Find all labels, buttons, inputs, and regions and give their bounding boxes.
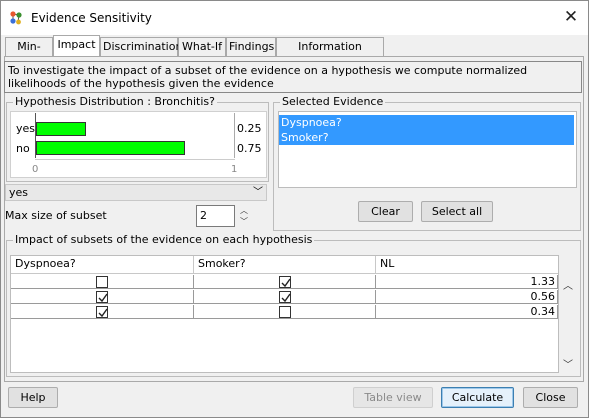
max-subset-label: Max size of subset xyxy=(5,209,107,222)
tab-discrimination[interactable]: Discrimination xyxy=(100,37,182,56)
table-view-button[interactable]: Table view xyxy=(353,387,433,408)
nl-value: 1.33 xyxy=(376,275,558,289)
checkmark-icon xyxy=(98,293,108,303)
header-divider xyxy=(11,273,558,274)
table-cell xyxy=(194,305,376,319)
evidence-item-dyspnoea[interactable]: Dyspnoea? xyxy=(279,115,574,130)
bar-no xyxy=(36,141,185,155)
close-window-icon[interactable]: ✕ xyxy=(558,6,584,28)
select-all-button[interactable]: Select all xyxy=(421,201,493,222)
checkmark-icon xyxy=(281,278,291,288)
tab-what-if[interactable]: What-If xyxy=(178,37,226,56)
scroll-up-icon[interactable]: ︿ xyxy=(563,277,573,292)
bar-label-no: no xyxy=(16,142,30,155)
checkbox-checked[interactable] xyxy=(96,291,108,303)
impact-group-title: Impact of subsets of the evidence on eac… xyxy=(13,233,315,246)
hypothesis-bar-chart: yes no 0.25 0.75 0 1 xyxy=(10,111,267,178)
table-cell xyxy=(11,290,194,304)
checkmark-icon xyxy=(98,308,108,318)
column-header-nl[interactable]: NL xyxy=(376,256,558,273)
description-text: To investigate the impact of a subset of… xyxy=(4,61,582,93)
table-cell xyxy=(11,305,194,319)
tab-findings[interactable]: Findings xyxy=(226,37,276,56)
chart-x-axis xyxy=(35,159,235,160)
bar-label-yes: yes xyxy=(16,122,36,135)
checkbox-checked[interactable] xyxy=(96,306,108,318)
evidence-group-title: Selected Evidence xyxy=(280,95,386,108)
checkbox-unchecked[interactable] xyxy=(96,276,108,288)
hypothesis-group-title: Hypothesis Distribution : Bronchitis? xyxy=(13,95,217,108)
max-subset-input[interactable]: 2 xyxy=(196,205,235,227)
table-cell xyxy=(11,275,194,289)
window-title: Evidence Sensitivity xyxy=(31,11,152,25)
scroll-down-icon[interactable]: ﹀ xyxy=(563,356,573,371)
table-row[interactable]: 0.34 xyxy=(11,305,558,320)
evidence-list[interactable]: Dyspnoea? Smoker? xyxy=(278,111,577,188)
chevron-down-icon[interactable]: ﹀ xyxy=(238,216,250,227)
chart-right-axis xyxy=(234,113,235,158)
column-header-smoker[interactable]: Smoker? xyxy=(194,256,376,273)
bar-value-yes: 0.25 xyxy=(237,122,262,135)
nl-value: 0.34 xyxy=(376,305,558,319)
checkmark-icon xyxy=(281,293,291,303)
checkbox-checked[interactable] xyxy=(279,276,291,288)
hypothesis-state-select[interactable]: yes ﹀ xyxy=(5,184,267,201)
table-cell xyxy=(194,290,376,304)
help-button[interactable]: Help xyxy=(8,387,58,408)
tab-information-variables[interactable]: Information Variables xyxy=(276,37,384,70)
table-row[interactable]: 0.56 xyxy=(11,290,558,305)
checkbox-checked[interactable] xyxy=(279,291,291,303)
bar-value-no: 0.75 xyxy=(237,142,262,155)
max-subset-stepper[interactable]: ︿ ﹀ xyxy=(238,205,250,227)
table-cell xyxy=(194,275,376,289)
close-button[interactable]: Close xyxy=(523,387,578,408)
evidence-item-smoker[interactable]: Smoker? xyxy=(279,130,574,145)
column-header-dyspnoea[interactable]: Dyspnoea? xyxy=(11,256,194,273)
clear-button[interactable]: Clear xyxy=(358,201,413,222)
axis-tick-min: 0 xyxy=(32,164,39,175)
checkbox-unchecked[interactable] xyxy=(279,306,291,318)
chevron-down-icon: ﹀ xyxy=(253,187,263,198)
bar-yes xyxy=(36,122,86,136)
chevron-up-icon[interactable]: ︿ xyxy=(238,205,250,216)
selected-state-value: yes xyxy=(9,186,29,199)
app-network-icon xyxy=(9,11,23,25)
axis-tick-max: 1 xyxy=(231,164,238,175)
tab-min-max[interactable]: Min-Max xyxy=(5,37,53,70)
tab-impact[interactable]: Impact xyxy=(53,35,100,56)
nl-value: 0.56 xyxy=(376,290,558,304)
calculate-button[interactable]: Calculate xyxy=(441,387,514,408)
table-row[interactable]: 1.33 xyxy=(11,275,558,290)
